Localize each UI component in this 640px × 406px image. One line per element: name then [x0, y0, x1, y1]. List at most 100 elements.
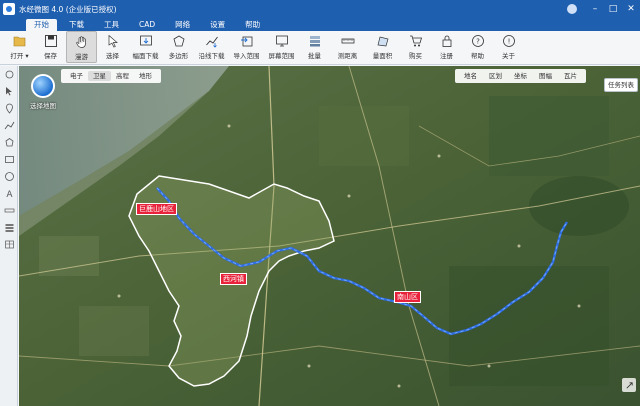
map-type-terrain[interactable]: 地形 — [134, 71, 157, 81]
ribbon-toolbar: 打开 ▾ 保存 漫游 选择 幅面下载 多边形 沿线下载 导入范围 屏幕范围 批量… — [0, 31, 640, 65]
layers-tool-icon[interactable] — [0, 219, 18, 236]
satellite-imagery — [19, 66, 640, 406]
map-source-label: 选择地图 — [30, 102, 56, 110]
polygon-button[interactable]: 多边形 — [163, 31, 194, 63]
save-icon — [44, 34, 58, 48]
batch-button[interactable]: 批量 — [299, 31, 330, 63]
menu-tools[interactable]: 工具 — [96, 19, 127, 31]
info-icon: ! — [502, 34, 516, 48]
save-button[interactable]: 保存 — [35, 31, 66, 63]
map-view[interactable]: 选择地图 电子 卫星 高程 地形 地名 区划 坐标 图幅 瓦片 任务列表 巨鹿山… — [19, 66, 640, 406]
lock-icon — [440, 34, 454, 48]
screen-range-button[interactable]: 屏幕范围 — [264, 31, 299, 63]
left-tool-strip: A — [0, 66, 18, 406]
area-icon — [376, 34, 390, 48]
expand-icon — [626, 381, 633, 388]
help-button[interactable]: ? 帮助 — [462, 31, 493, 63]
svg-text:A: A — [6, 190, 13, 199]
register-label: 注册 — [440, 52, 453, 60]
ruler-icon — [341, 34, 355, 48]
polygon-tool-icon[interactable] — [0, 134, 18, 151]
window-title: 水经微图 4.0 (企业版已授权) — [19, 4, 117, 14]
frame-download-icon — [139, 34, 153, 48]
globe-icon — [31, 74, 55, 98]
menu-bar: 开始 下载 工具 CAD 网络 设置 帮助 — [0, 18, 640, 31]
save-label: 保存 — [44, 52, 57, 60]
select-button[interactable]: 选择 — [97, 31, 128, 63]
map-type-satellite[interactable]: 卫星 — [88, 71, 111, 81]
polygon-icon — [172, 34, 186, 48]
user-account[interactable] — [567, 4, 580, 14]
tab-admin-division[interactable]: 区划 — [483, 71, 508, 81]
frame-download-button[interactable]: 幅面下载 — [128, 31, 163, 63]
measure-distance-button[interactable]: 测距离 — [330, 31, 365, 63]
frame-download-label: 幅面下载 — [132, 52, 159, 60]
tab-place-name[interactable]: 地名 — [458, 71, 483, 81]
app-window: 水经微图 4.0 (企业版已授权) – □ ✕ 开始 下载 工具 CAD 网络 … — [0, 0, 640, 406]
folder-open-icon — [13, 34, 27, 48]
avatar — [567, 4, 577, 14]
close-button[interactable]: ✕ — [622, 0, 640, 18]
city-label: 南山区 — [394, 291, 421, 303]
line-download-button[interactable]: 沿线下载 — [194, 31, 229, 63]
menu-start[interactable]: 开始 — [26, 19, 57, 31]
city-label: 西河镇 — [220, 273, 247, 285]
map-type-electronic[interactable]: 电子 — [65, 71, 88, 81]
title-bar: 水经微图 4.0 (企业版已授权) – □ ✕ — [0, 0, 640, 18]
open-button[interactable]: 打开 ▾ — [4, 31, 35, 63]
minimize-button[interactable]: – — [586, 0, 604, 18]
line-download-label: 沿线下载 — [198, 52, 225, 60]
register-button[interactable]: 注册 — [431, 31, 462, 63]
tab-coordinates[interactable]: 坐标 — [508, 71, 533, 81]
app-logo-icon — [3, 3, 15, 15]
screen-range-label: 屏幕范围 — [268, 52, 295, 60]
region-tool-tabs: 地名 区划 坐标 图幅 瓦片 — [455, 69, 586, 83]
tab-map-sheet[interactable]: 图幅 — [533, 71, 558, 81]
line-download-icon — [205, 34, 219, 48]
menu-help[interactable]: 帮助 — [237, 19, 268, 31]
menu-network[interactable]: 网络 — [167, 19, 198, 31]
map-source-button[interactable]: 选择地图 — [25, 74, 61, 116]
measure-area-label: 量面积 — [372, 52, 393, 60]
cursor-icon — [106, 34, 120, 48]
city-label: 巨鹿山地区 — [136, 203, 177, 215]
map-corner-control[interactable] — [622, 378, 636, 392]
task-list-button[interactable]: 任务列表 — [604, 78, 638, 92]
map-type-switcher: 电子 卫星 高程 地形 — [61, 69, 161, 83]
batch-label: 批量 — [308, 52, 321, 60]
svg-text:!: ! — [507, 38, 510, 46]
polyline-tool-icon[interactable] — [0, 117, 18, 134]
open-label: 打开 ▾ — [10, 52, 29, 60]
svg-text:?: ? — [476, 38, 480, 46]
pan-label: 漫游 — [75, 53, 88, 61]
pointer-tool-icon[interactable] — [0, 83, 18, 100]
circle-tool-icon[interactable] — [0, 168, 18, 185]
buy-label: 购买 — [409, 52, 422, 60]
hand-tool-icon[interactable] — [0, 66, 18, 83]
import-range-button[interactable]: 导入范围 — [229, 31, 264, 63]
menu-cad[interactable]: CAD — [131, 19, 163, 31]
text-tool-icon[interactable]: A — [0, 185, 18, 202]
hand-icon — [75, 35, 89, 49]
import-range-label: 导入范围 — [233, 52, 260, 60]
menu-settings[interactable]: 设置 — [202, 19, 233, 31]
measure-area-button[interactable]: 量面积 — [365, 31, 400, 63]
pan-button[interactable]: 漫游 — [66, 31, 97, 63]
polygon-label: 多边形 — [168, 52, 189, 60]
about-button[interactable]: ! 关于 — [493, 31, 524, 63]
table-tool-icon[interactable] — [0, 236, 18, 253]
ruler-tool-icon[interactable] — [0, 202, 18, 219]
cart-icon — [409, 34, 423, 48]
help-icon: ? — [471, 34, 485, 48]
screen-range-icon — [275, 34, 289, 48]
marker-tool-icon[interactable] — [0, 100, 18, 117]
buy-button[interactable]: 购买 — [400, 31, 431, 63]
rectangle-tool-icon[interactable] — [0, 151, 18, 168]
map-type-elevation[interactable]: 高程 — [111, 71, 134, 81]
select-label: 选择 — [106, 52, 119, 60]
maximize-button[interactable]: □ — [604, 0, 622, 18]
menu-download[interactable]: 下载 — [61, 19, 92, 31]
help-label: 帮助 — [471, 52, 484, 60]
tab-tiles[interactable]: 瓦片 — [558, 71, 583, 81]
batch-icon — [308, 34, 322, 48]
